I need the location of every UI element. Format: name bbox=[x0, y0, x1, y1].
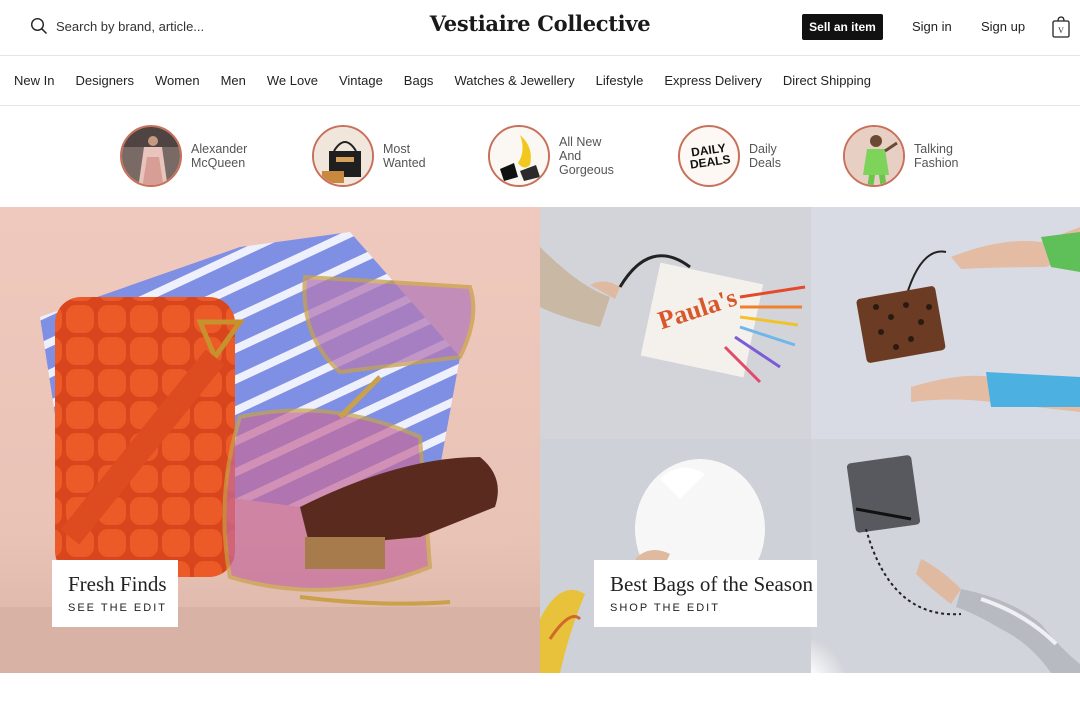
story-label: Talking Fashion bbox=[914, 142, 959, 170]
sell-item-button[interactable]: Sell an item bbox=[802, 14, 883, 40]
sign-up-link[interactable]: Sign up bbox=[981, 19, 1025, 34]
hero-bottom-fade bbox=[811, 633, 851, 673]
search-icon[interactable] bbox=[30, 17, 48, 35]
story-carousel: Alexander McQueen Most Wanted All New An… bbox=[0, 106, 1080, 207]
best-bags-caption[interactable]: Best Bags of the Season SHOP THE EDIT bbox=[594, 560, 817, 627]
search-input[interactable] bbox=[56, 18, 256, 34]
shop-the-edit-link[interactable]: SHOP THE EDIT bbox=[610, 602, 801, 614]
story-most-wanted[interactable]: Most Wanted bbox=[312, 125, 426, 187]
story-label: Most Wanted bbox=[383, 142, 426, 170]
silver-bag-image bbox=[811, 439, 1080, 673]
nav-item-men[interactable]: Men bbox=[221, 73, 246, 88]
white-bag-image bbox=[540, 439, 811, 673]
daily-deals-badge: DAILY DEALS bbox=[688, 140, 731, 172]
shopping-bag-icon[interactable]: V bbox=[1052, 16, 1070, 38]
nav-item-vintage[interactable]: Vintage bbox=[339, 73, 383, 88]
nav-item-designers[interactable]: Designers bbox=[75, 73, 134, 88]
story-label: All New And Gorgeous bbox=[559, 135, 614, 177]
nav-item-bags[interactable]: Bags bbox=[404, 73, 434, 88]
svg-text:V: V bbox=[1058, 26, 1064, 35]
search-bar[interactable] bbox=[30, 13, 256, 39]
nav-item-watches-jewellery[interactable]: Watches & Jewellery bbox=[454, 73, 574, 88]
main-nav: New In Designers Women Men We Love Vinta… bbox=[0, 56, 1080, 106]
hero-tile-tote[interactable]: Paula's bbox=[540, 207, 811, 439]
see-the-edit-link[interactable]: SEE THE EDIT bbox=[68, 602, 165, 614]
hero-tile-white-bag[interactable] bbox=[540, 439, 811, 673]
hero-fresh-finds[interactable]: Fresh Finds SEE THE EDIT bbox=[0, 207, 540, 673]
nav-item-express-delivery[interactable]: Express Delivery bbox=[664, 73, 762, 88]
leopard-bag-image bbox=[811, 207, 1080, 439]
story-label: Daily Deals bbox=[749, 142, 781, 170]
hero-tile-leopard[interactable] bbox=[811, 207, 1080, 439]
nav-item-women[interactable]: Women bbox=[155, 73, 200, 88]
story-talking-fashion[interactable]: Talking Fashion bbox=[843, 125, 958, 187]
story-thumbnail[interactable]: DAILY DEALS bbox=[678, 125, 740, 187]
tote-bag-image: Paula's bbox=[540, 207, 811, 439]
story-thumbnail[interactable] bbox=[488, 125, 550, 187]
nav-item-direct-shipping[interactable]: Direct Shipping bbox=[783, 73, 871, 88]
nav-item-we-love[interactable]: We Love bbox=[267, 73, 318, 88]
story-thumbnail[interactable] bbox=[120, 125, 182, 187]
best-bags-title: Best Bags of the Season bbox=[610, 572, 813, 596]
hero-tile-silver-bag[interactable] bbox=[811, 439, 1080, 673]
nav-item-new-in[interactable]: New In bbox=[14, 73, 54, 88]
top-header: Vestiaire Collective Sell an item Sign i… bbox=[0, 0, 1080, 56]
story-alexander-mcqueen[interactable]: Alexander McQueen bbox=[120, 125, 247, 187]
hero-banner: Fresh Finds SEE THE EDIT Paula's Best Ba… bbox=[0, 207, 1080, 673]
story-all-new-and-gorgeous[interactable]: All New And Gorgeous bbox=[488, 125, 614, 187]
fresh-finds-title: Fresh Finds bbox=[68, 572, 167, 596]
story-thumbnail[interactable] bbox=[312, 125, 374, 187]
sign-in-link[interactable]: Sign in bbox=[912, 19, 952, 34]
story-thumbnail[interactable] bbox=[843, 125, 905, 187]
story-daily-deals[interactable]: DAILY DEALS Daily Deals bbox=[678, 125, 781, 187]
story-label: Alexander McQueen bbox=[191, 142, 248, 170]
nav-item-lifestyle[interactable]: Lifestyle bbox=[596, 73, 644, 88]
fresh-finds-caption[interactable]: Fresh Finds SEE THE EDIT bbox=[52, 560, 178, 627]
